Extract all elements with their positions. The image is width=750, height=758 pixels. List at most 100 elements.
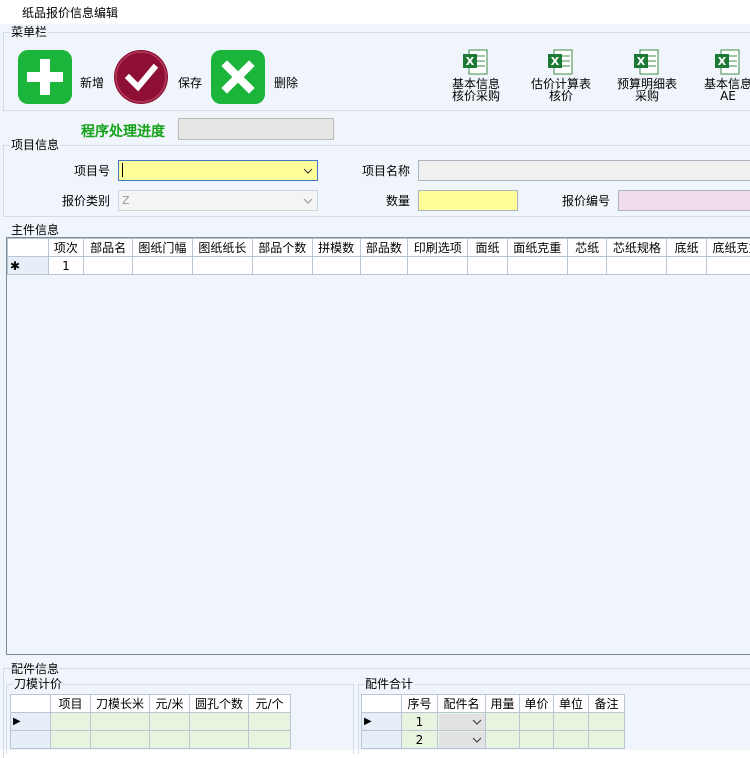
table-cell[interactable] — [360, 257, 408, 275]
column-header[interactable]: 面纸克重 — [507, 239, 567, 257]
excel-basic-info-ae-button[interactable]: X 基本信息 AE — [683, 48, 750, 108]
table-cell[interactable] — [150, 731, 190, 749]
table-cell[interactable] — [468, 257, 508, 275]
column-header[interactable]: 芯纸 — [567, 239, 607, 257]
row-header[interactable] — [11, 731, 51, 749]
column-header[interactable]: 部品个数 — [252, 239, 312, 257]
delete-button[interactable] — [211, 50, 265, 104]
accessory-name-combobox[interactable] — [438, 713, 486, 731]
column-header[interactable]: 底纸 — [667, 239, 707, 257]
table-row[interactable] — [11, 731, 291, 749]
combobox-box[interactable] — [439, 732, 485, 748]
table-cell[interactable] — [520, 731, 554, 749]
delete-button-label[interactable]: 删除 — [274, 74, 298, 91]
excel-basic-info-costing-button[interactable]: X 基本信息 核价采购 — [431, 48, 521, 108]
column-header[interactable]: 序号 — [402, 695, 438, 713]
column-header[interactable]: 图纸门幅 — [132, 239, 192, 257]
table-cell[interactable] — [190, 713, 249, 731]
column-header[interactable]: 元/米 — [150, 695, 190, 713]
table-cell[interactable] — [486, 731, 520, 749]
table-cell[interactable] — [192, 257, 252, 275]
chevron-down-icon[interactable] — [299, 161, 317, 180]
table-cell[interactable] — [312, 257, 360, 275]
summary-header-row: 序号 配件名 用量 单价 单位 备注 — [362, 695, 625, 713]
table-cell[interactable] — [589, 713, 625, 731]
table-row[interactable]: ▶ 1 — [362, 713, 625, 731]
table-cell[interactable] — [51, 713, 91, 731]
summary-table[interactable]: 序号 配件名 用量 单价 单位 备注 ▶ 1 2 — [361, 694, 625, 749]
column-header[interactable]: 项目 — [51, 695, 91, 713]
excel-estimate-sheet-button[interactable]: X 估价计算表 核价 — [516, 48, 606, 108]
table-cell[interactable] — [706, 257, 750, 275]
column-header[interactable]: 单位 — [554, 695, 589, 713]
table-cell[interactable] — [150, 713, 190, 731]
column-header[interactable]: 面纸 — [468, 239, 508, 257]
table-cell[interactable] — [486, 713, 520, 731]
excel-budget-detail-button[interactable]: X 预算明细表 采购 — [602, 48, 692, 108]
column-header[interactable]: 图纸纸长 — [192, 239, 252, 257]
row-header[interactable] — [362, 731, 402, 749]
table-cell[interactable] — [520, 713, 554, 731]
column-header[interactable]: 备注 — [589, 695, 625, 713]
table-cell[interactable] — [607, 257, 667, 275]
column-header[interactable]: 拼模数 — [312, 239, 360, 257]
progress-label: 程序处理进度 — [81, 121, 165, 141]
table-cell[interactable]: 1 — [48, 257, 84, 275]
project-no-combobox[interactable] — [118, 160, 318, 181]
add-button[interactable] — [18, 50, 72, 104]
table-cell[interactable] — [132, 257, 192, 275]
table-row[interactable]: ✱ 1 — [8, 257, 750, 275]
save-button-label[interactable]: 保存 — [178, 74, 202, 91]
table-cell[interactable] — [667, 257, 707, 275]
die-cost-table[interactable]: 项目 刀模长米 元/米 圆孔个数 元/个 ▶ — [10, 694, 291, 749]
table-cell[interactable] — [249, 713, 291, 731]
table-cell[interactable] — [190, 731, 249, 749]
current-row-marker[interactable]: ▶ — [11, 713, 51, 731]
table-cell[interactable] — [554, 731, 589, 749]
add-button-label[interactable]: 新增 — [80, 74, 104, 91]
table-cell[interactable]: 1 — [402, 713, 438, 731]
main-parts-header-row: 项次 部品名 图纸门幅 图纸纸长 部品个数 拼模数 部品数 印刷选项 面纸 面纸… — [8, 239, 750, 257]
column-header[interactable]: 芯纸规格 — [607, 239, 667, 257]
column-header[interactable]: 项次 — [48, 239, 84, 257]
table-cell[interactable] — [554, 713, 589, 731]
current-row-marker[interactable]: ▶ — [362, 713, 402, 731]
column-header[interactable]: 单价 — [520, 695, 554, 713]
combobox-box[interactable] — [439, 714, 485, 730]
column-header[interactable]: 刀模长米 — [91, 695, 150, 713]
quote-no-field[interactable] — [618, 190, 750, 211]
column-header[interactable]: 圆孔个数 — [190, 695, 249, 713]
chevron-down-icon[interactable] — [469, 732, 485, 748]
chevron-down-icon[interactable] — [299, 191, 317, 210]
column-header[interactable]: 印刷选项 — [408, 239, 468, 257]
svg-text:X: X — [718, 55, 727, 68]
quote-type-combobox[interactable]: Z — [118, 190, 318, 211]
chevron-down-icon[interactable] — [469, 714, 485, 730]
table-cell[interactable] — [567, 257, 607, 275]
table-cell[interactable] — [249, 731, 291, 749]
column-header[interactable]: 用量 — [486, 695, 520, 713]
table-cell[interactable] — [51, 731, 91, 749]
column-header[interactable]: 部品数 — [360, 239, 408, 257]
table-cell[interactable]: 2 — [402, 731, 438, 749]
table-cell[interactable] — [408, 257, 468, 275]
save-button[interactable] — [114, 50, 168, 104]
progress-bar — [178, 118, 334, 140]
quantity-field[interactable] — [418, 190, 518, 211]
column-header[interactable]: 配件名 — [438, 695, 486, 713]
column-header[interactable]: 部品名 — [84, 239, 133, 257]
table-cell[interactable] — [84, 257, 133, 275]
table-row[interactable]: 2 — [362, 731, 625, 749]
table-cell[interactable] — [589, 731, 625, 749]
accessory-name-combobox[interactable] — [438, 731, 486, 749]
table-cell[interactable] — [507, 257, 567, 275]
table-cell[interactable] — [91, 713, 150, 731]
main-parts-grid[interactable] — [6, 237, 750, 655]
column-header[interactable]: 底纸克重 — [706, 239, 750, 257]
project-name-field[interactable] — [418, 160, 750, 181]
new-row-marker[interactable]: ✱ — [8, 257, 49, 275]
table-cell[interactable] — [252, 257, 312, 275]
table-row[interactable]: ▶ — [11, 713, 291, 731]
table-cell[interactable] — [91, 731, 150, 749]
column-header[interactable]: 元/个 — [249, 695, 291, 713]
